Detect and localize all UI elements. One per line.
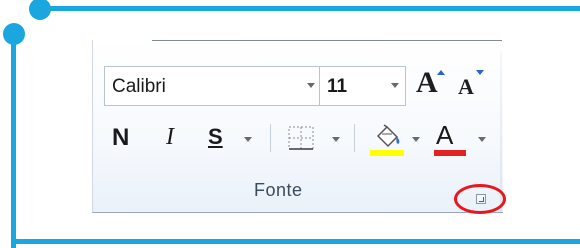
separator [354,124,355,152]
font-name-combobox[interactable]: Calibri [104,66,320,106]
borders-dropdown-icon[interactable] [332,137,340,142]
shrink-arrow-icon [476,70,484,75]
font-color-dropdown-icon[interactable] [478,137,486,142]
ribbon-right-edge [500,52,502,212]
grow-font-button[interactable]: A [416,66,438,100]
font-color-swatch [434,150,466,156]
italic-button[interactable]: I [166,124,174,151]
underline-button[interactable]: S [208,124,223,150]
fill-color-swatch [370,150,404,156]
separator [270,124,271,152]
callout-frame-left [11,32,16,248]
group-label: Fonte [254,180,303,200]
fill-color-dropdown-icon[interactable] [412,137,420,142]
borders-icon[interactable] [288,126,314,150]
chevron-down-icon[interactable] [391,83,399,88]
shrink-font-button[interactable]: A [458,74,474,100]
font-size-value: 11 [327,76,348,97]
font-size-combobox[interactable]: 11 [320,66,406,106]
underline-dropdown-icon[interactable] [244,137,252,142]
callout-dot-top [29,0,51,20]
chevron-down-icon[interactable] [307,83,315,88]
grow-arrow-icon [437,70,445,75]
bold-button[interactable]: N [112,124,129,152]
callout-frame-bottom [11,239,580,244]
highlight-ring [454,184,506,214]
callout-dot-left [3,23,25,45]
font-color-button[interactable]: A [436,120,453,151]
callout-frame-top [38,6,580,11]
ribbon-top-border [152,40,502,41]
font-name-value: Calibri [112,76,166,97]
